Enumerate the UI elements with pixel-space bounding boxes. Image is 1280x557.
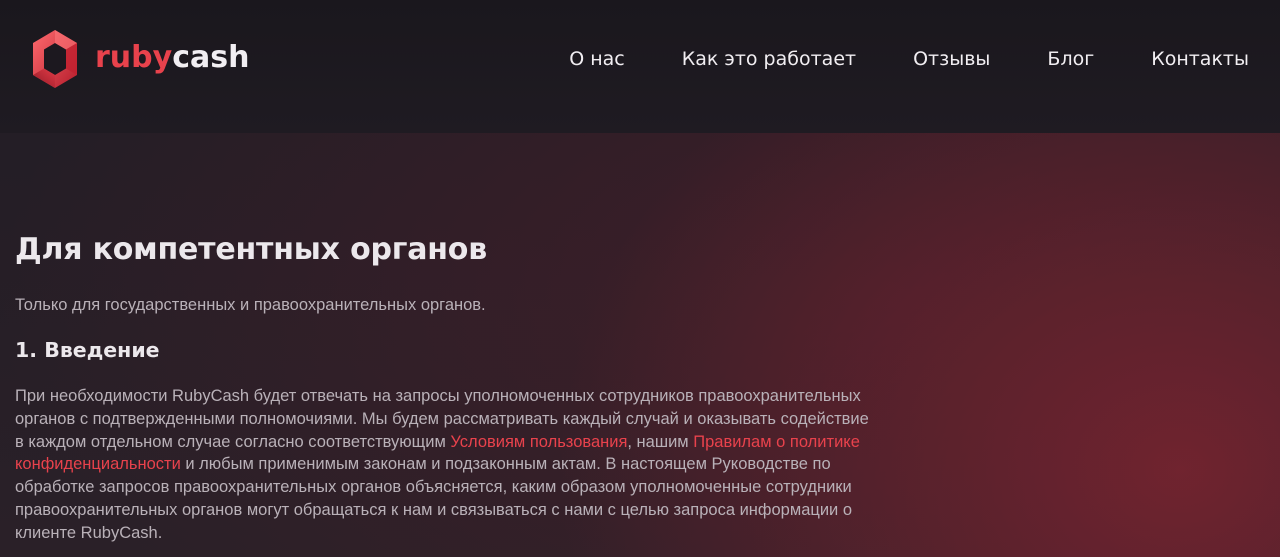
logo-text-cash: cash [172,40,250,75]
nav-item-reviews[interactable]: Отзывы [913,48,990,70]
intro-text-part-2: , нашим [627,432,694,451]
hexagon-logo-icon [33,30,77,88]
main-content: Для компетентных органов Только для госу… [15,226,885,545]
terms-of-use-link[interactable]: Условиям пользования [450,433,627,451]
nav-item-blog[interactable]: Блог [1047,48,1094,70]
section-title-introduction: 1. Введение [15,338,160,362]
nav-item-how-it-works[interactable]: Как это работает [682,48,856,70]
page-title: Для компетентных органов [15,232,487,267]
nav-item-about[interactable]: О нас [569,48,625,70]
page-subtitle: Только для государственных и правоохрани… [15,296,486,314]
logo-wordmark: rubycash [95,28,249,88]
main-nav: О нас Как это работает Отзывы Блог Конта… [569,40,1249,78]
introduction-paragraph: При необходимости RubyCash будет отвечат… [15,385,877,545]
logo-text-ruby: ruby [95,40,173,75]
site-header: rubycash О нас Как это работает Отзывы Б… [0,0,1280,133]
logo-link[interactable]: rubycash [31,29,249,89]
nav-item-contacts[interactable]: Контакты [1151,48,1249,70]
